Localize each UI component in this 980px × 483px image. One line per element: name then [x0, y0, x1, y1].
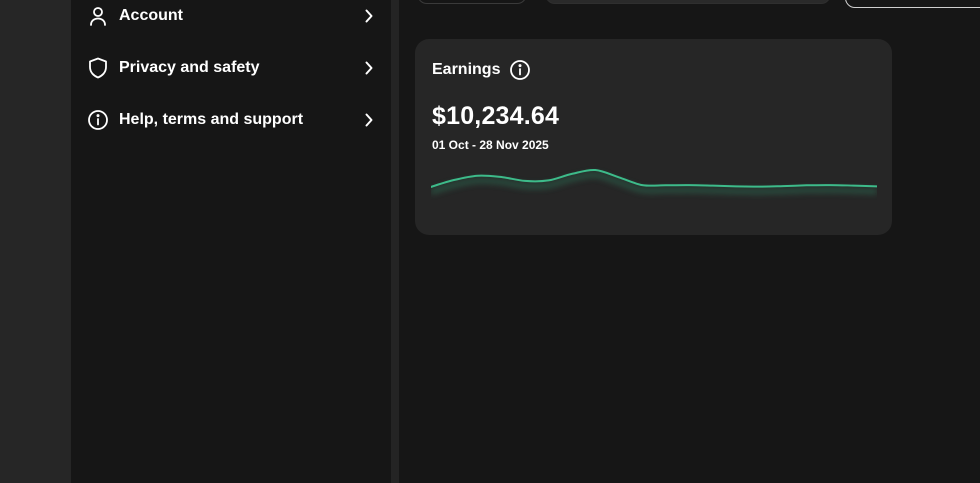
earnings-amount: $10,234.64 — [432, 102, 560, 130]
earnings-card-header: Earnings — [432, 59, 531, 81]
app-window: Account Privacy and safety Help, terms a… — [0, 0, 980, 483]
chevron-right-icon — [361, 112, 377, 128]
left-rail — [0, 0, 71, 483]
menu-item-label: Account — [119, 7, 183, 24]
menu-item-privacy[interactable]: Privacy and safety — [87, 52, 377, 84]
earnings-title: Earnings — [432, 61, 501, 78]
earnings-date-range: 01 Oct - 28 Nov 2025 — [432, 138, 549, 152]
action-button[interactable] — [845, 0, 980, 8]
main-content: Earnings $10,234.64 01 Oct - 28 Nov 2025 — [399, 0, 980, 483]
menu-item-account[interactable]: Account — [87, 0, 377, 32]
settings-menu: Account Privacy and safety Help, terms a… — [71, 0, 391, 483]
shield-icon — [87, 57, 109, 79]
earnings-card[interactable]: Earnings $10,234.64 01 Oct - 28 Nov 2025 — [415, 39, 892, 235]
menu-item-label: Help, terms and support — [119, 111, 304, 128]
filter-button[interactable] — [417, 0, 527, 4]
earnings-sparkline — [431, 168, 877, 195]
search-field[interactable] — [545, 0, 831, 4]
panel-divider[interactable] — [391, 0, 399, 483]
info-icon[interactable] — [509, 59, 531, 81]
info-icon — [87, 109, 109, 131]
menu-item-label: Privacy and safety — [119, 59, 260, 76]
menu-item-help[interactable]: Help, terms and support — [87, 104, 377, 136]
user-icon — [87, 5, 109, 27]
chevron-right-icon — [361, 8, 377, 24]
chevron-right-icon — [361, 60, 377, 76]
